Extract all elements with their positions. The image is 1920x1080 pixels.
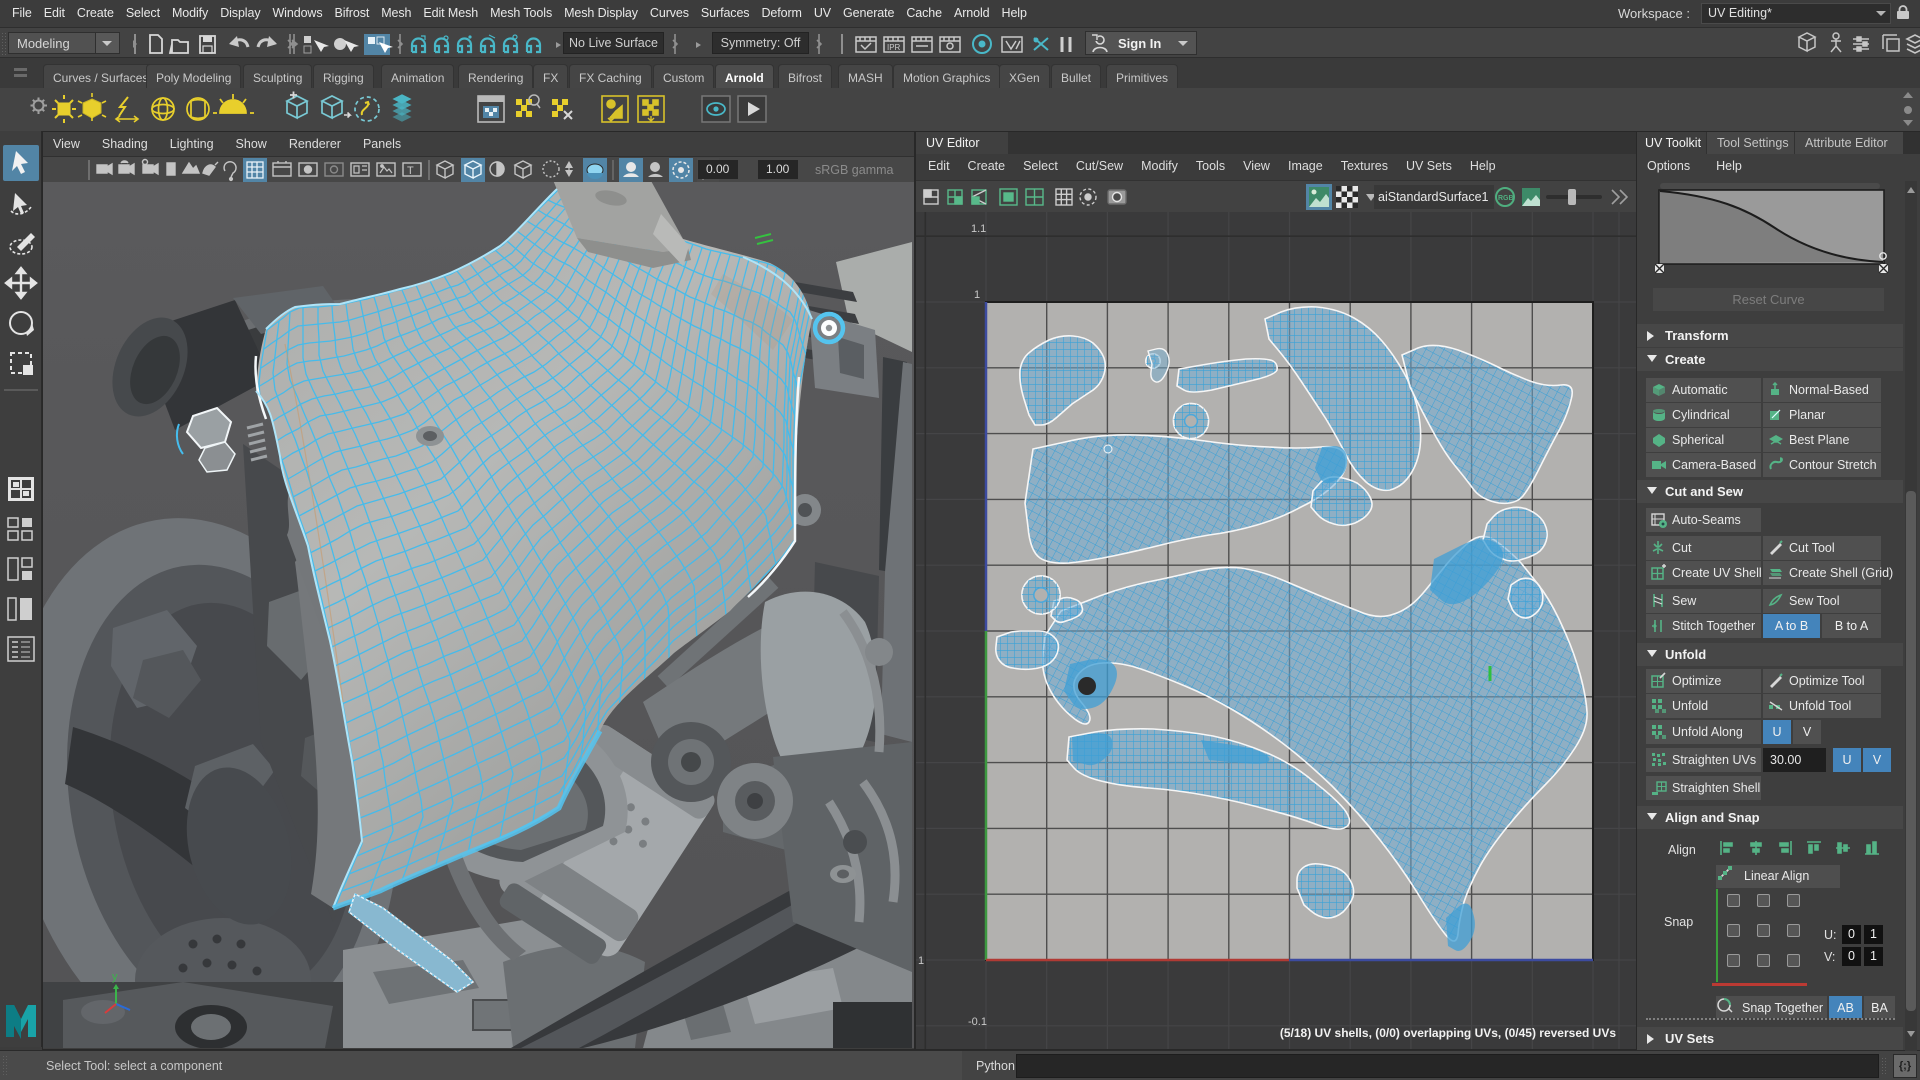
svg-text:1: 1 xyxy=(974,289,980,301)
svg-text:IPR: IPR xyxy=(887,43,901,52)
svg-text:T: T xyxy=(407,165,414,177)
svg-text:(5/18) UV shells, (0/0) overla: (5/18) UV shells, (0/0) overlapping UVs,… xyxy=(1280,1026,1616,1040)
svg-text:y: y xyxy=(112,971,118,983)
svg-text:RGB: RGB xyxy=(1498,195,1514,202)
svg-text:1: 1 xyxy=(918,955,924,967)
svg-text:-0.1: -0.1 xyxy=(968,1016,987,1028)
svg-text:1.1: 1.1 xyxy=(971,223,986,235)
